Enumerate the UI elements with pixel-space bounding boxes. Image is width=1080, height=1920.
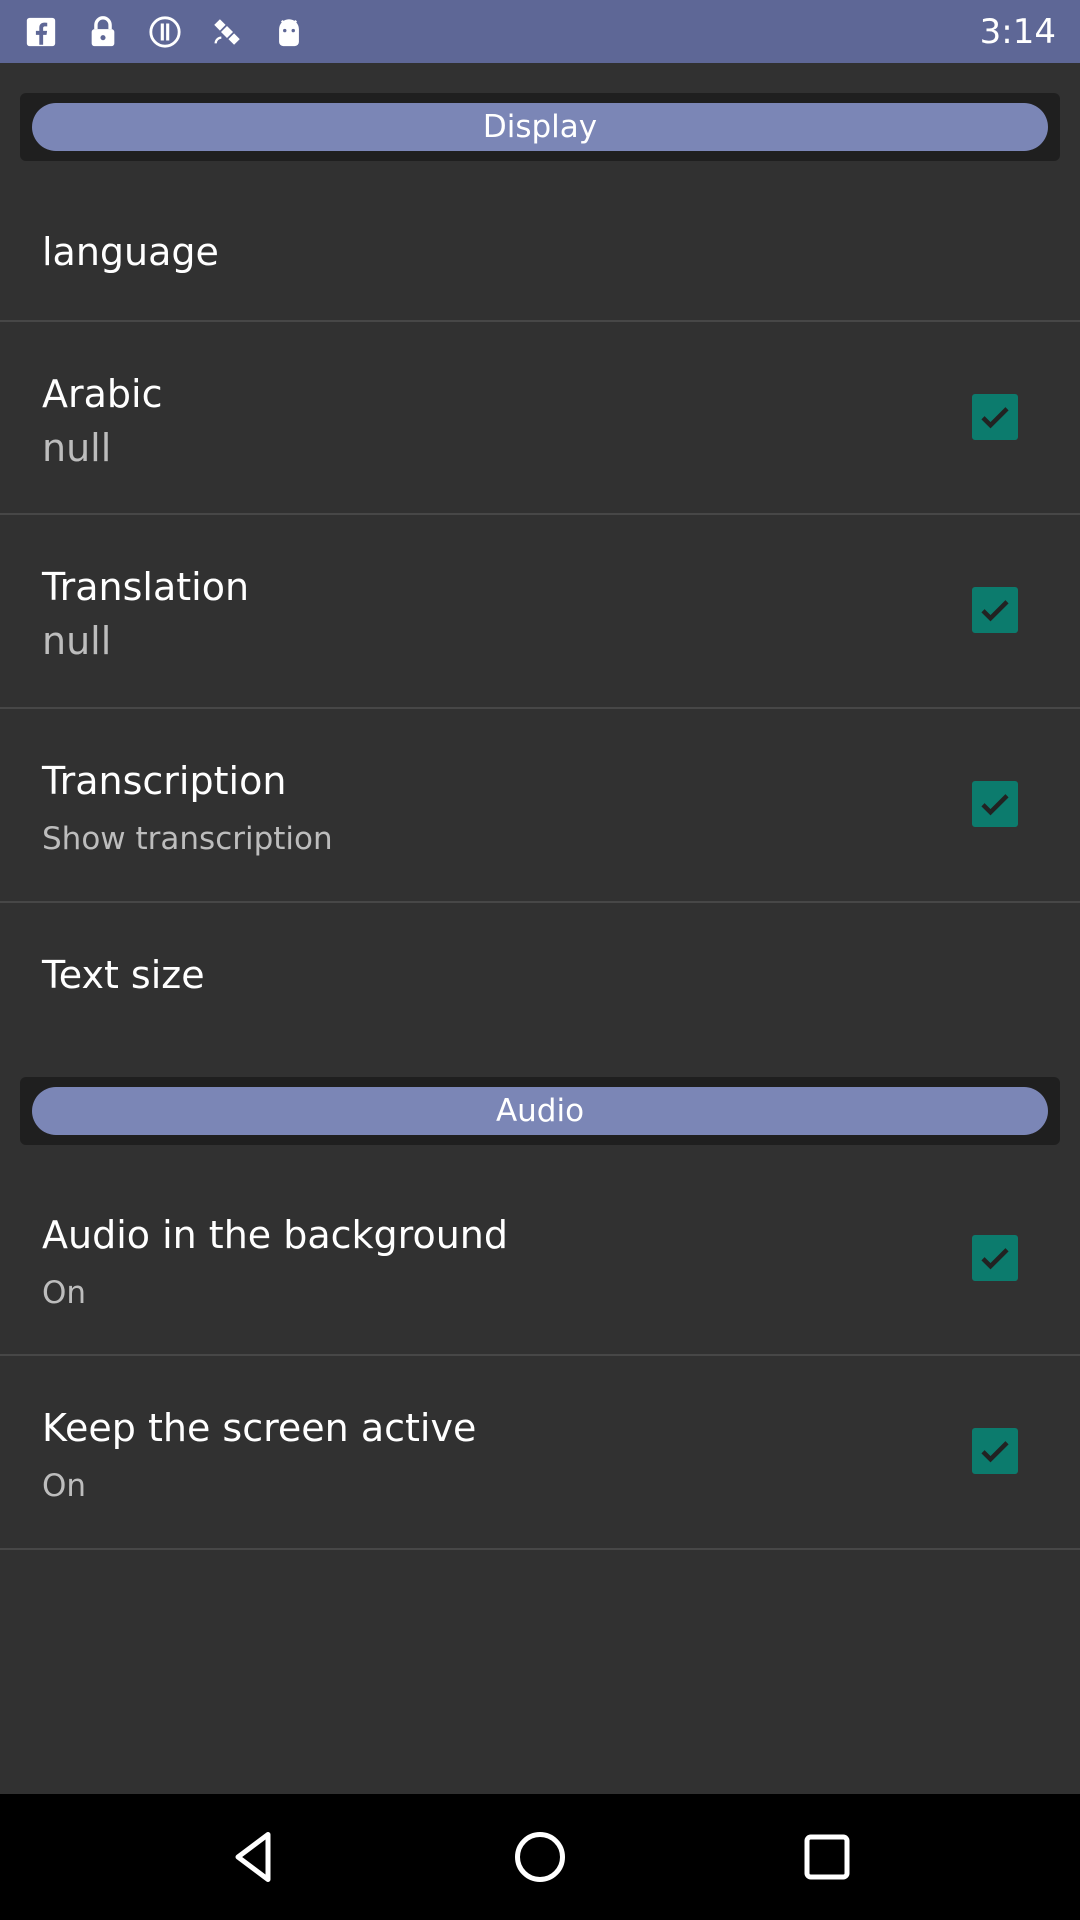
- alert-icon: [148, 15, 182, 49]
- setting-title: Transcription: [42, 759, 287, 803]
- setting-translation[interactable]: Translation null: [0, 515, 1080, 709]
- check-icon: [981, 407, 1009, 429]
- display-section-header-container: Display: [20, 93, 1060, 161]
- setting-title: Audio in the background: [42, 1213, 509, 1257]
- clock: 3:14: [979, 11, 1056, 52]
- check-icon: [981, 794, 1009, 816]
- setting-title: Text size: [42, 953, 205, 997]
- check-icon: [981, 1441, 1009, 1463]
- status-bar: 3:14: [0, 0, 1080, 63]
- setting-transcription[interactable]: Transcription Show transcription: [0, 709, 1080, 903]
- setting-subtitle: On: [42, 1275, 87, 1311]
- setting-subtitle: null: [42, 426, 112, 470]
- audio-section-header: Audio: [32, 1087, 1048, 1135]
- setting-text-size[interactable]: Text size: [0, 903, 1080, 1053]
- display-section-header: Display: [32, 103, 1048, 151]
- setting-arabic[interactable]: Arabic null: [0, 322, 1080, 515]
- transcription-checkbox[interactable]: [972, 781, 1018, 827]
- setting-subtitle: On: [42, 1468, 87, 1504]
- setting-language[interactable]: language: [0, 180, 1080, 322]
- keep-screen-checkbox[interactable]: [972, 1428, 1018, 1474]
- satellite-icon: [210, 15, 244, 49]
- back-icon[interactable]: [218, 1822, 288, 1892]
- facebook-icon: [24, 15, 58, 49]
- navigation-bar: [0, 1794, 1080, 1920]
- audio-background-checkbox[interactable]: [972, 1235, 1018, 1281]
- setting-title: language: [42, 230, 219, 274]
- settings-list: Display language Arabic null Translation…: [0, 63, 1080, 1794]
- recents-icon[interactable]: [792, 1822, 862, 1892]
- android-icon: [272, 15, 306, 49]
- setting-keep-screen-active[interactable]: Keep the screen active On: [0, 1356, 1080, 1550]
- arabic-checkbox[interactable]: [972, 394, 1018, 440]
- home-icon[interactable]: [505, 1822, 575, 1892]
- translation-checkbox[interactable]: [972, 587, 1018, 633]
- setting-subtitle: Show transcription: [42, 821, 333, 857]
- setting-subtitle: null: [42, 619, 112, 663]
- setting-title: Arabic: [42, 372, 163, 416]
- audio-section-header-container: Audio: [20, 1077, 1060, 1145]
- setting-title: Translation: [42, 565, 250, 609]
- check-icon: [981, 1248, 1009, 1270]
- setting-title: Keep the screen active: [42, 1406, 477, 1450]
- lock-icon: [86, 15, 120, 49]
- check-icon: [981, 600, 1009, 622]
- setting-audio-background[interactable]: Audio in the background On: [0, 1163, 1080, 1356]
